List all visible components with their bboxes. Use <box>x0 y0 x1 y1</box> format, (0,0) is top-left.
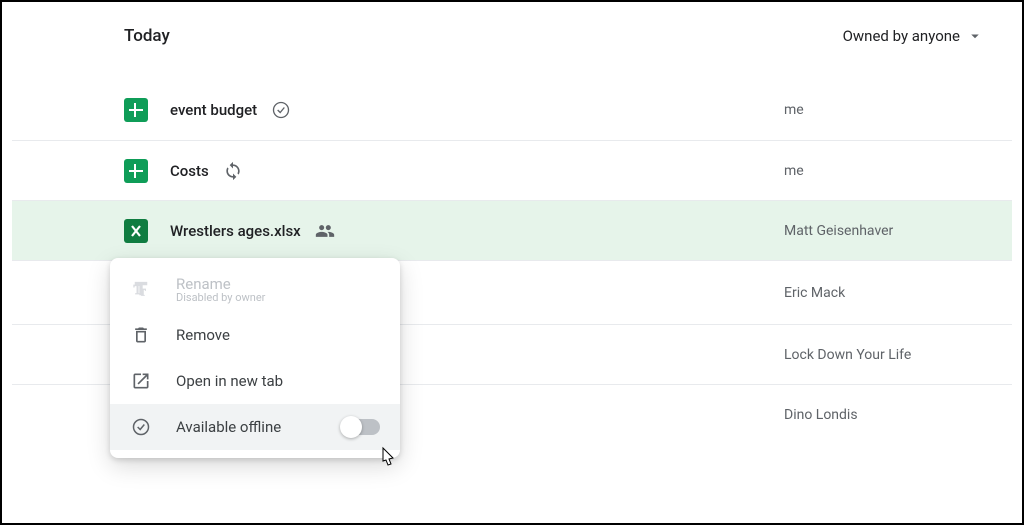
menu-available-offline[interactable]: Available offline <box>110 404 400 450</box>
file-row[interactable]: event budget me <box>12 80 1012 140</box>
menu-label: Open in new tab <box>176 372 283 390</box>
menu-label: Remove <box>176 326 230 344</box>
menu-sublabel: Disabled by owner <box>176 291 380 304</box>
file-owner: Lock Down Your Life <box>784 347 984 363</box>
context-menu: TT Rename Disabled by owner Remove Open … <box>110 258 400 458</box>
menu-remove[interactable]: Remove <box>110 312 400 358</box>
menu-label: Rename <box>176 275 231 293</box>
file-row[interactable]: Costs me <box>12 140 1012 200</box>
menu-rename: TT Rename Disabled by owner <box>110 266 400 312</box>
sheets-icon <box>124 159 148 183</box>
svg-text:T: T <box>140 288 146 298</box>
owner-filter-label: Owned by anyone <box>843 27 960 45</box>
open-in-new-icon <box>130 370 152 392</box>
file-owner: Dino Londis <box>784 407 984 423</box>
section-title: Today <box>124 26 170 46</box>
trash-icon <box>130 324 152 346</box>
file-owner: me <box>784 102 984 118</box>
offline-icon <box>130 416 152 438</box>
file-name: Wrestlers ages.xlsx <box>170 222 301 240</box>
rename-icon: TT <box>130 278 152 300</box>
file-owner: Eric Mack <box>784 285 984 301</box>
menu-label: Available offline <box>176 418 281 436</box>
file-name: Costs <box>170 162 209 180</box>
offline-available-icon <box>271 100 291 120</box>
chevron-down-icon <box>966 27 984 45</box>
file-owner: Matt Geisenhaver <box>784 223 984 239</box>
file-owner: me <box>784 163 984 179</box>
menu-open-new-tab[interactable]: Open in new tab <box>110 358 400 404</box>
sync-icon <box>223 161 243 181</box>
toggle-knob <box>340 416 362 438</box>
shared-icon <box>315 221 335 241</box>
file-name: event budget <box>170 101 257 119</box>
excel-icon <box>124 219 148 243</box>
sheets-icon <box>124 98 148 122</box>
file-row[interactable]: Wrestlers ages.xlsx Matt Geisenhaver <box>12 200 1012 260</box>
list-header: Today Owned by anyone <box>12 2 1012 70</box>
offline-toggle[interactable] <box>342 419 380 435</box>
owner-filter-dropdown[interactable]: Owned by anyone <box>843 27 984 45</box>
